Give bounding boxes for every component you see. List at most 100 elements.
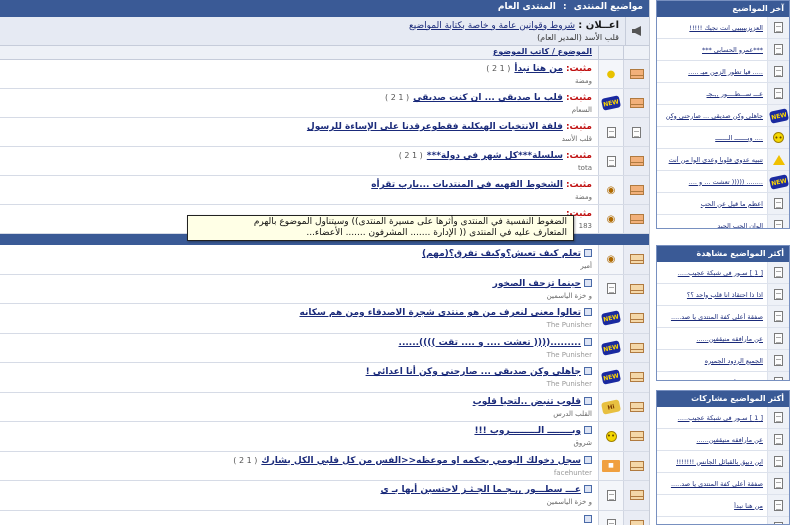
topic-row[interactable]: NEW تعالوا معنى لنعرف من هو منتدى شجرة ال… — [0, 304, 649, 334]
breadcrumb-general-forum[interactable]: المنتدى العام — [498, 2, 556, 12]
topic-title[interactable]: الشخوط الفهيه في المنتديات ...يارب تقرأه — [371, 180, 563, 190]
topic-row[interactable]: حينما تزحف الصخور و خزة الياسمين — [0, 274, 649, 304]
topic-row[interactable]: ■ سجل دخولك اليومي بحكمه او موعظه<<الفس م… — [0, 451, 649, 481]
sidebar-topic-item[interactable]: عن مارافقه منيقفين...... — [657, 328, 789, 350]
topic-title[interactable]: من هنا نبدأ — [514, 64, 563, 74]
topic-poster[interactable]: و خزة الياسمين — [6, 496, 592, 508]
sidebar-topic-item[interactable]: الجميع الردود الجميره — [657, 350, 789, 372]
topic-row[interactable]: •• وبــــــــ الـــــــــروب !!! شروق — [0, 422, 649, 452]
sidebar-topic-link[interactable]: الوان الحب الجيد — [657, 222, 767, 229]
sidebar-topic-item[interactable]: من هنا نبدأ — [657, 495, 789, 517]
topic-poster[interactable]: القلب الدرس — [6, 408, 592, 420]
topic-poster[interactable]: و خزة الياسمين — [6, 290, 592, 302]
topic-row[interactable]: ● مثبت:من هنا نبدأ ( 1 2 ) ومضة — [0, 60, 649, 89]
sidebar-topic-item[interactable]: صفقة أعلى كفة المنتدى يا صد..... — [657, 473, 789, 495]
sidebar-topic-link[interactable]: جاهلي وكن صديقي ... صارحني وكن — [657, 112, 767, 120]
sidebar-topic-item[interactable]: العزيزيييييي انت نجيك !!!!! — [657, 17, 789, 39]
topic-poster[interactable]: tota — [6, 162, 592, 174]
topic-pages[interactable]: ( 1 2 ) — [399, 151, 423, 160]
topic-poster[interactable]: The Punisher — [6, 319, 592, 331]
sidebar-topic-link[interactable]: ابن دبيق بالقبائل الجانس !!!!!!! — [657, 458, 767, 466]
topic-checkbox[interactable] — [584, 278, 592, 287]
sidebar-topic-link[interactable]: عن مارافقه منيقفين...... — [657, 436, 767, 444]
topic-poster[interactable]: قلب الأسد — [6, 133, 592, 145]
topic-pages[interactable]: ( 1 2 ) — [233, 456, 257, 465]
sidebar-topic-item[interactable]: الوان الحب الجيد — [657, 215, 789, 229]
topic-title[interactable]: سلسلة***كل شهر في دولة*** — [427, 151, 563, 161]
sidebar-topic-link[interactable]: العزيزيييييي انت نجيك !!!!! — [657, 24, 767, 32]
topic-row[interactable]: ◉ مثبت:الشخوط الفهيه في المنتديات ...يارب… — [0, 176, 649, 205]
topic-checkbox[interactable] — [584, 514, 592, 523]
sidebar-topic-item[interactable]: صفقة أعلى كفة المنتدى يا صد..... — [657, 306, 789, 328]
sidebar-topic-link[interactable]: عن مارافقه منيقفين...... — [657, 335, 767, 343]
topic-title[interactable]: تعالوا معنى لنعرف من هو منتدى شجرة الاصد… — [300, 308, 582, 318]
breadcrumb-forum-topics[interactable]: مواضيع المنتدى — [574, 2, 643, 12]
topic-title[interactable]: سجل دخولك اليومي بحكمه او موعظه<<الفس من… — [261, 456, 581, 466]
topic-title[interactable]: فلقة الانتخبات الهيكلية فقطوعرقدنا على ا… — [307, 122, 563, 132]
announcement-author[interactable]: قلب الأسد — [584, 33, 619, 42]
column-header-label[interactable]: الموضوع / كاتب الموضوع — [487, 46, 598, 59]
topic-poster[interactable]: ومضة — [6, 191, 592, 203]
sidebar-topic-item[interactable]: [ 1 ] سـور في شبكة عجيب..... — [657, 262, 789, 284]
sidebar-topic-link[interactable]: اذا ذا احتقاذ انا قلب واحد ؟؟ — [657, 291, 767, 299]
topic-title[interactable]: عـــ سطـــور ,,ـجـما الجـثـز لاحتسبن أيه… — [380, 485, 581, 495]
sidebar-topic-item[interactable]: اعظم ما قيل عن الحب — [657, 193, 789, 215]
sidebar-topic-item[interactable]: NEW........ ((((( تعشت ... و .... — [657, 171, 789, 193]
topic-checkbox[interactable] — [584, 308, 592, 316]
sidebar-topic-item[interactable]: عن مارافقه منيقفين...... — [657, 429, 789, 451]
topic-row[interactable]: NEW جاهلي وكن صديقي ... صارحني وكن أنا اع… — [0, 363, 649, 393]
topic-title[interactable]: حينما تزحف الصخور — [493, 279, 581, 289]
topic-row[interactable]: ◉ تعلم كيف تعيش؟وكيف تفرق؟(مهم) أمير — [0, 245, 649, 275]
sidebar-topic-item[interactable]: سجل دخولك اليومي بحكمه او موعظه.... — [657, 517, 789, 524]
sidebar-topic-item[interactable]: تنبيه عدوي فلوبا وعدي الوا من أنت — [657, 149, 789, 171]
sidebar-topic-link[interactable]: تنبيه عدوي فلوبا وعدي الوا من أنت — [657, 156, 767, 164]
topic-poster[interactable]: السعام — [6, 104, 592, 116]
sidebar-topic-item[interactable]: ابن دبيق بالقبائل الجانس !!!!!!! — [657, 451, 789, 473]
sidebar-topic-link[interactable]: ........ ((((( تعشت ... و .... — [657, 178, 767, 186]
topic-row[interactable] — [0, 510, 649, 525]
topic-checkbox[interactable] — [584, 396, 592, 405]
topic-poster[interactable]: facehunter — [6, 467, 592, 479]
topic-row[interactable]: عـــ سطـــور ,,ـجـما الجـثـز لاحتسبن أيه… — [0, 481, 649, 511]
sidebar-topic-link[interactable]: ..... فيا تطور الزمن ميـ ..... — [657, 68, 767, 76]
topic-checkbox[interactable] — [584, 367, 592, 375]
topic-checkbox[interactable] — [584, 426, 592, 434]
sidebar-topic-link[interactable]: [ 1 ] سـور في شبكة عجيب..... — [657, 269, 767, 277]
sidebar-topic-item[interactable]: [ 1 ] سـور في شبكة عجيب..... — [657, 407, 789, 429]
announcement-title[interactable]: شروط وقوانين عامة و خاصة بكتابة المواضيع — [409, 21, 575, 31]
sidebar-topic-item[interactable]: من هنا نبدأ — [657, 372, 789, 381]
topic-title[interactable]: .........(((( تعشت .... و .... تقت )))).… — [399, 338, 581, 348]
topic-poster[interactable]: The Punisher — [6, 349, 592, 361]
topic-row[interactable]: Hi قلوب تنبض ..لتحيا قلوب القلب الدرس — [0, 392, 649, 422]
topic-poster[interactable]: شروق — [6, 437, 592, 449]
topic-poster[interactable]: The Punisher — [6, 378, 592, 390]
topic-poster[interactable]: أمير — [6, 260, 592, 272]
topic-row[interactable]: مثبت:فلقة الانتخبات الهيكلية فقطوعرقدنا … — [0, 118, 649, 147]
topic-pages[interactable]: ( 1 2 ) — [486, 64, 510, 73]
sidebar-topic-item[interactable]: ..... فيا تطور الزمن ميـ ..... — [657, 61, 789, 83]
sidebar-topic-item[interactable]: NEW جاهلي وكن صديقي ... صارحني وكن — [657, 105, 789, 127]
sidebar-topic-link[interactable]: ***عمرو الحسابي *** — [657, 46, 767, 54]
sidebar-topic-link[interactable]: اعظم ما قيل عن الحب — [657, 200, 767, 208]
sidebar-topic-link[interactable]: صفقة أعلى كفة المنتدى يا صد..... — [657, 313, 767, 321]
sidebar-topic-item[interactable]: اذا ذا احتقاذ انا قلب واحد ؟؟ — [657, 284, 789, 306]
sidebar-topic-item[interactable]: •• .... وبـــــــ الـــــــ — [657, 127, 789, 149]
sidebar-topic-link[interactable]: من هنا نبدأ — [657, 379, 767, 381]
sidebar-topic-link[interactable]: من هنا نبدأ — [657, 502, 767, 510]
sidebar-topic-link[interactable]: صفقة أعلى كفة المنتدى يا صد..... — [657, 480, 767, 488]
topic-checkbox[interactable] — [584, 249, 592, 257]
topic-title[interactable]: تعلم كيف تعيش؟وكيف تفرق؟(مهم) — [422, 249, 581, 259]
topic-title[interactable]: قلب يا صديقي ... ان كنت صديقي — [413, 93, 563, 103]
topic-checkbox[interactable] — [584, 485, 592, 493]
topic-checkbox[interactable] — [584, 455, 592, 464]
topic-title[interactable]: جاهلي وكن صديقي ... صارحني وكن أنا اعدائ… — [366, 367, 581, 377]
sidebar-topic-link[interactable]: عـــ ســـطــــور ,,ـجـ — [657, 90, 767, 98]
topic-row[interactable]: NEW .........(((( تعشت .... و .... تقت ))… — [0, 333, 649, 363]
sidebar-topic-item[interactable]: عـــ ســـطــــور ,,ـجـ — [657, 83, 789, 105]
sidebar-topic-item[interactable]: ***عمرو الحسابي *** — [657, 39, 789, 61]
sidebar-topic-link[interactable]: [ 1 ] سـور في شبكة عجيب..... — [657, 414, 767, 422]
topic-pages[interactable]: ( 1 2 ) — [385, 93, 409, 102]
topic-checkbox[interactable] — [584, 337, 592, 346]
topic-row[interactable]: مثبت:سلسلة***كل شهر في دولة*** ( 1 2 ) tot… — [0, 147, 649, 176]
sidebar-topic-link[interactable]: الجميع الردود الجميره — [657, 357, 767, 365]
